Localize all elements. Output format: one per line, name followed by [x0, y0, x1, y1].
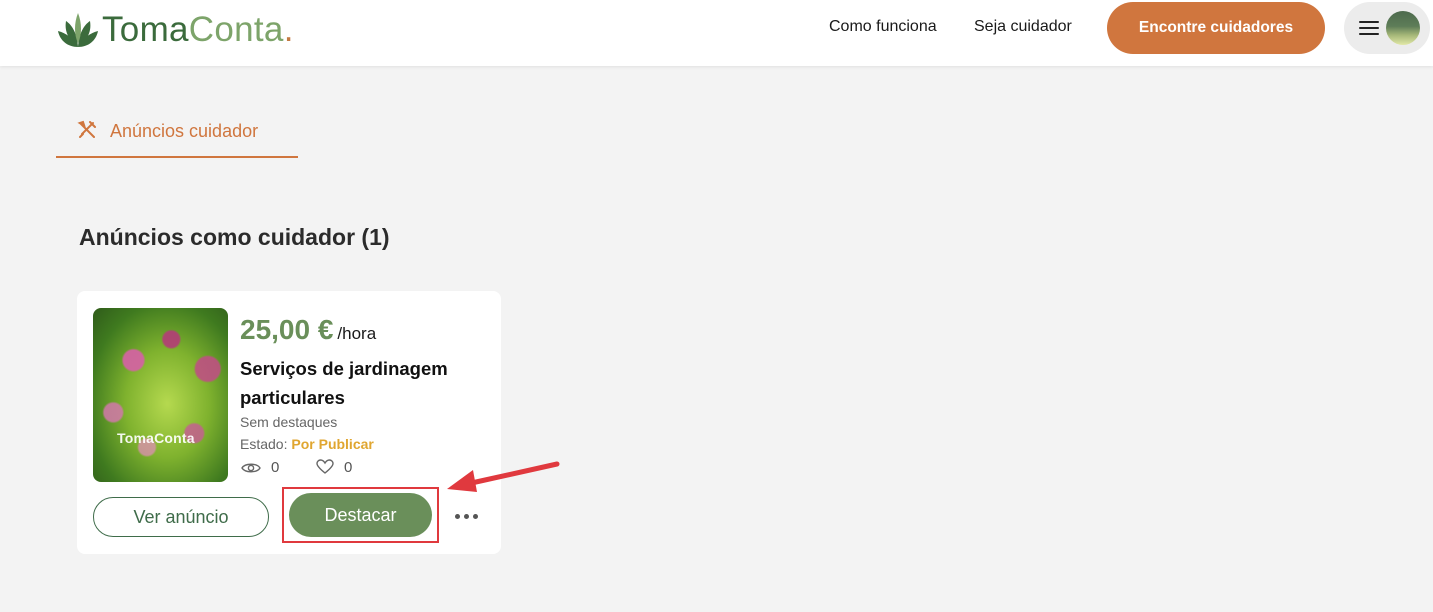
image-watermark: TomaConta — [117, 430, 195, 446]
nav-become-caregiver[interactable]: Seja cuidador — [974, 18, 1072, 36]
status-line: Estado: Por Publicar — [240, 436, 374, 452]
listing-price: 25,00 €/hora — [240, 314, 376, 346]
eye-icon — [241, 463, 261, 473]
nav-how-it-works[interactable]: Como funciona — [829, 18, 937, 36]
price-value: 25,00 € — [240, 314, 334, 345]
find-caregivers-button[interactable]: Encontre cuidadores — [1107, 2, 1325, 54]
logo[interactable]: TomaConta. — [56, 6, 294, 52]
user-menu-button[interactable] — [1344, 2, 1430, 54]
views-count: 0 — [271, 459, 280, 476]
heart-icon — [316, 459, 334, 474]
leaf-logo-icon — [58, 13, 98, 47]
annotation-arrow-icon — [447, 461, 560, 492]
status-label: Estado: — [240, 436, 288, 452]
status-badge: Por Publicar — [291, 436, 374, 452]
logo-text: TomaConta. — [102, 9, 294, 49]
top-header: TomaConta. Como funciona Seja cuidador E… — [0, 0, 1433, 66]
price-unit: /hora — [337, 324, 377, 343]
listing-image[interactable]: TomaConta — [93, 308, 228, 482]
hamburger-menu-icon — [1359, 21, 1379, 35]
tools-icon — [77, 120, 96, 138]
tab-caregiver-ads[interactable]: Anúncios cuidador — [56, 112, 298, 158]
feature-ad-button[interactable]: Destacar — [289, 493, 432, 537]
views-stat: 0 — [241, 459, 279, 476]
avatar — [1386, 11, 1420, 45]
view-ad-button[interactable]: Ver anúncio — [93, 497, 269, 537]
tab-label: Anúncios cuidador — [110, 121, 259, 141]
more-options-icon[interactable] — [455, 513, 479, 521]
highlights-text: Sem destaques — [240, 414, 338, 430]
section-title: Anúncios como cuidador (1) — [79, 224, 390, 250]
likes-count: 0 — [344, 459, 353, 476]
listing-title[interactable]: Serviços de jardinagem particulares — [240, 354, 490, 412]
likes-stat: 0 — [316, 459, 352, 476]
